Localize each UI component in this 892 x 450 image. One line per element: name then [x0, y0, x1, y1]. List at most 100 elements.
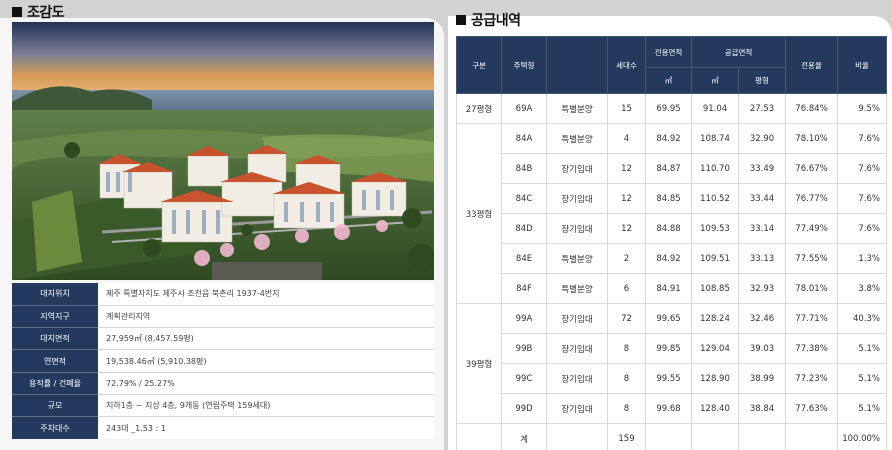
- supply-sqm-cell: 108.74: [691, 123, 739, 154]
- info-row: 주차대수 243대 _1.53 : 1: [12, 416, 434, 440]
- total-empty-cell: [645, 423, 692, 450]
- pyeong-cell: 32.90: [737, 123, 787, 154]
- exclusive-rate-cell: 77.71%: [785, 303, 839, 334]
- pyeong-cell: 27.53: [737, 93, 787, 124]
- ratio-cell: 5.1%: [837, 333, 888, 364]
- supply-sqm-cell: 128.40: [691, 393, 739, 424]
- kind-cell: 장기임대: [546, 213, 608, 244]
- exclusive-cell: 99.68: [645, 393, 692, 424]
- type-cell: 84D: [501, 213, 547, 244]
- total-empty-cell: [456, 423, 502, 450]
- units-cell: 6: [607, 273, 646, 304]
- info-label: 용적률 / 건폐율: [12, 372, 98, 395]
- kind-cell: 특별분양: [546, 273, 608, 304]
- total-empty-cell: [737, 423, 787, 450]
- supply-sqm-cell: 110.52: [691, 183, 739, 214]
- units-cell: 2: [607, 243, 646, 274]
- exclusive-rate-cell: 76.84%: [785, 93, 839, 124]
- header-type: 주택형: [501, 36, 547, 94]
- type-cell: 84B: [501, 153, 547, 184]
- total-empty-cell: [546, 423, 608, 450]
- kind-cell: 장기임대: [546, 303, 608, 334]
- exclusive-cell: 84.92: [645, 243, 692, 274]
- exclusive-rate-cell: 77.55%: [785, 243, 839, 274]
- info-value: 27,959㎡ (8,457.59평): [98, 327, 434, 351]
- kind-cell: 특별분양: [546, 243, 608, 274]
- table-row: 33평형 84A 특별분양 4 84.92 108.74 32.90 78.10…: [456, 123, 888, 304]
- table-row: 39평형 99A 장기임대 72 99.65 128.24 32.46 77.7…: [456, 303, 888, 424]
- info-label: 규모: [12, 394, 98, 418]
- pyeong-cell: 38.84: [737, 393, 787, 424]
- header-row: 구분 주택형 세대수 전용면적 공급면적 전용율 비율: [456, 36, 888, 94]
- supply-sqm-cell: 109.53: [691, 213, 739, 244]
- info-row: 대지면적 27,959㎡ (8,457.59평): [12, 327, 434, 351]
- exclusive-cell: 99.55: [645, 363, 692, 394]
- left-title-text: 조감도: [27, 5, 65, 21]
- total-ratio: 100.00%: [837, 423, 888, 450]
- info-row: 지역지구 계획관리지역: [12, 305, 434, 329]
- supply-sqm-cell: 109.51: [691, 243, 739, 274]
- units-cell: 8: [607, 363, 646, 394]
- header-sqm: ㎡: [645, 67, 692, 94]
- info-row: 규모 지하1층 ~ 지상 4층, 9개동 (연립주택 159세대): [12, 394, 434, 418]
- exclusive-cell: 99.85: [645, 333, 692, 364]
- type-cell: 84E: [501, 243, 547, 274]
- exclusive-rate-cell: 76.77%: [785, 183, 839, 214]
- aerial-view-image: [12, 22, 434, 280]
- header-kind: [546, 36, 608, 94]
- info-label: 주차대수: [12, 416, 98, 440]
- info-value: 계획관리지역: [98, 305, 434, 329]
- exclusive-rate-cell: 77.23%: [785, 363, 839, 394]
- total-label: 계: [501, 423, 547, 450]
- pyeong-cell: 33.44: [737, 183, 787, 214]
- group-cell: 39평형: [456, 303, 502, 424]
- total-empty-cell: [691, 423, 739, 450]
- info-label: 대지면적: [12, 327, 98, 351]
- pyeong-cell: 39.03: [737, 333, 787, 364]
- units-cell: 12: [607, 153, 646, 184]
- group-cell: 33평형: [456, 123, 502, 304]
- table-row: 99B 장기임대 8 99.85 129.04 39.03 77.38% 5.1…: [457, 333, 888, 364]
- ratio-cell: 1.3%: [837, 243, 888, 274]
- type-cell: 84C: [501, 183, 547, 214]
- info-label: 연면적: [12, 349, 98, 373]
- ratio-cell: 7.6%: [837, 213, 888, 244]
- exclusive-cell: 84.92: [645, 123, 692, 154]
- header-exclusive-rate: 전용율: [785, 36, 839, 94]
- total-units: 159: [607, 423, 646, 450]
- kind-cell: 특별분양: [546, 123, 608, 154]
- exclusive-rate-cell: 77.49%: [785, 213, 839, 244]
- table-row: 84B 장기임대 12 84.87 110.70 33.49 76.67% 7.…: [457, 153, 888, 184]
- header-units: 세대수: [607, 36, 646, 94]
- kind-cell: 특별분양: [546, 93, 608, 124]
- table-row: 99C 장기임대 8 99.55 128.90 38.99 77.23% 5.1…: [457, 363, 888, 394]
- pyeong-cell: 33.49: [737, 153, 787, 184]
- header-supply: 공급면적: [690, 36, 787, 68]
- exclusive-cell: 84.91: [645, 273, 692, 304]
- pyeong-cell: 33.14: [737, 213, 787, 244]
- exclusive-cell: 69.95: [645, 93, 692, 124]
- ratio-cell: 5.1%: [837, 363, 888, 394]
- ratio-cell: 9.5%: [837, 93, 888, 124]
- exclusive-cell: 84.85: [645, 183, 692, 214]
- exclusive-cell: 84.88: [645, 213, 692, 244]
- type-cell: 99A: [501, 303, 547, 334]
- type-cell: 99B: [501, 333, 547, 364]
- header-group: 구분: [456, 36, 502, 94]
- kind-cell: 장기임대: [546, 393, 608, 424]
- pyeong-cell: 32.46: [737, 303, 787, 334]
- exclusive-rate-cell: 77.63%: [785, 393, 839, 424]
- supply-sqm-cell: 128.90: [691, 363, 739, 394]
- units-cell: 8: [607, 333, 646, 364]
- table-row: 84F 특별분양 6 84.91 108.85 32.93 78.01% 3.8…: [457, 273, 888, 304]
- header-exclusive: 전용면적: [645, 36, 692, 68]
- supply-table: 구분 주택형 세대수 전용면적 공급면적 전용율 비율 ㎡ ㎡ 평형 27평형 …: [456, 36, 888, 450]
- exclusive-rate-cell: 76.67%: [785, 153, 839, 184]
- type-cell: 84A: [501, 123, 547, 154]
- pyeong-cell: 32.93: [737, 273, 787, 304]
- square-bullet-icon: [12, 7, 22, 17]
- ratio-cell: 7.6%: [837, 183, 888, 214]
- supply-sqm-cell: 91.04: [691, 93, 739, 124]
- right-title-text: 공급내역: [471, 13, 521, 29]
- units-cell: 15: [607, 93, 646, 124]
